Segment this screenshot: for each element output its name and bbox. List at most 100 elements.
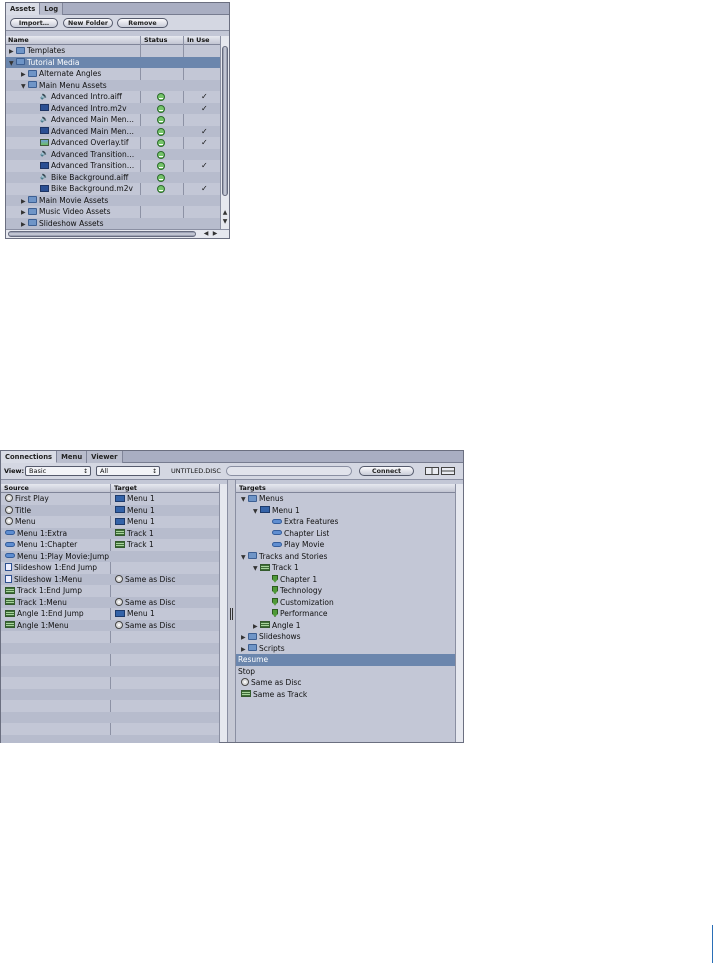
targets-scrollbar[interactable] [455, 484, 463, 742]
connection-row[interactable] [1, 688, 219, 700]
column-targets[interactable]: Targets [239, 484, 266, 493]
split-view-icon[interactable] [441, 467, 455, 475]
connection-row[interactable]: Angle 1:Menu Same as Disc [1, 619, 219, 632]
asset-row[interactable]: 🔈 Advanced Main Men… [6, 114, 220, 126]
target-tree-item[interactable]: Chapter 1 [236, 574, 455, 586]
connection-row[interactable]: Track 1:Menu Same as Disc [1, 596, 219, 609]
connections-scrollbar[interactable] [219, 484, 227, 742]
scroll-up-arrow-icon[interactable]: ▲ [221, 209, 229, 217]
target-cell[interactable]: Track 1 [115, 528, 215, 540]
target-cell[interactable]: Same as Disc [115, 597, 215, 609]
connection-row[interactable]: Slideshow 1:Menu Same as Disc [1, 573, 219, 586]
target-cell[interactable]: Same as Disc [115, 574, 215, 586]
connection-row[interactable] [1, 631, 219, 643]
scroll-down-arrow-icon[interactable]: ▼ [221, 218, 229, 226]
asset-row[interactable]: Advanced Intro.m2v ✓ [6, 102, 220, 114]
connection-row[interactable] [1, 723, 219, 735]
target-tree-item[interactable]: Extra Features [236, 516, 455, 528]
target-tree-item[interactable]: ▶ Angle 1 [236, 620, 455, 632]
target-tree-item[interactable]: Performance [236, 608, 455, 620]
target-tree-item[interactable]: ▼ Tracks and Stories [236, 551, 455, 563]
target-tree-item[interactable]: Play Movie [236, 539, 455, 551]
scroll-left-arrow-icon[interactable]: ◀ [202, 230, 210, 238]
filter-select[interactable]: All ↕ [96, 466, 160, 476]
layout-toggle-icon[interactable] [425, 467, 439, 475]
target-tree-item[interactable]: ▼ Menus [236, 493, 455, 505]
button-icon [5, 530, 15, 535]
connection-row[interactable] [1, 642, 219, 654]
target-tree-item[interactable]: Same as Track [236, 689, 455, 701]
connection-row[interactable]: Menu 1:Extra Track 1 [1, 527, 219, 540]
assets-vertical-scrollbar[interactable]: ▲ ▼ [220, 36, 229, 229]
asset-row[interactable]: ▼ Main Menu Assets [6, 79, 220, 91]
assets-scroll-thumb[interactable] [222, 46, 228, 196]
target-cell[interactable]: Track 1 [115, 539, 215, 551]
target-cell[interactable]: Menu 1 [115, 493, 215, 505]
asset-row[interactable]: 🔈 Advanced Transition… [6, 148, 220, 160]
scroll-right-arrow-icon[interactable]: ▶ [211, 230, 219, 238]
connection-row[interactable]: Track 1:End Jump [1, 585, 219, 597]
connection-row[interactable] [1, 654, 219, 666]
target-tree-item[interactable]: ▶ Slideshows [236, 631, 455, 643]
connection-row[interactable] [1, 677, 219, 689]
column-status[interactable]: Status [144, 36, 167, 45]
connection-row[interactable] [1, 665, 219, 677]
connection-row[interactable]: Menu 1:Play Movie:Jump [1, 550, 219, 562]
assets-hscroll-thumb[interactable] [8, 231, 196, 237]
import-button[interactable]: Import… [10, 18, 58, 28]
asset-row[interactable]: ▶ Main Movie Assets [6, 194, 220, 206]
asset-row[interactable]: ▶ Music Video Assets [6, 206, 220, 218]
tab-log[interactable]: Log [40, 3, 64, 15]
asset-row[interactable]: Bike Background.m2v ✓ [6, 183, 220, 195]
connection-row[interactable] [1, 734, 219, 743]
target-tree-item[interactable]: ▶ Scripts [236, 643, 455, 655]
tab-menu[interactable]: Menu [57, 451, 88, 463]
column-source[interactable]: Source [4, 484, 29, 493]
tab-viewer[interactable]: Viewer [87, 451, 123, 463]
target-cell[interactable]: Menu 1 [115, 516, 215, 528]
target-tree-item[interactable]: Resume [236, 654, 455, 666]
target-tree-item[interactable]: Chapter List [236, 528, 455, 540]
connection-row[interactable]: Angle 1:End Jump Menu 1 [1, 608, 219, 620]
asset-row[interactable]: ▶ Slideshow Assets [6, 217, 220, 230]
column-name[interactable]: Name [8, 36, 29, 45]
connection-row[interactable] [1, 711, 219, 723]
target-tree-item[interactable]: ▼ Track 1 [236, 562, 455, 574]
connect-button[interactable]: Connect [359, 466, 414, 476]
asset-row[interactable]: Advanced Overlay.tif ✓ [6, 137, 220, 149]
remove-button[interactable]: Remove [117, 18, 168, 28]
disclosure-closed-icon[interactable]: ▶ [21, 219, 28, 230]
connection-row[interactable]: Title Menu 1 [1, 504, 219, 517]
target-tree-item[interactable]: Same as Disc [236, 677, 455, 689]
target-cell[interactable]: Menu 1 [115, 608, 215, 620]
target-tree-item[interactable]: ▼ Menu 1 [236, 505, 455, 517]
asset-row[interactable]: Advanced Main Men… ✓ [6, 125, 220, 137]
column-in-use[interactable]: In Use [187, 36, 209, 45]
connection-row[interactable]: Menu Menu 1 [1, 516, 219, 528]
target-tree-item[interactable]: Stop [236, 666, 455, 678]
source-label: Menu 1:Play Movie:Jump [17, 551, 109, 561]
tab-assets[interactable]: Assets [6, 3, 41, 15]
connection-row[interactable] [1, 700, 219, 712]
pane-splitter[interactable] [227, 480, 236, 742]
target-tree-item[interactable]: Technology [236, 585, 455, 597]
target-cell[interactable]: Same as Disc [115, 620, 215, 632]
assets-panel: Assets Log Import… New Folder Remove Nam… [5, 2, 230, 239]
asset-row[interactable]: Advanced Transition… ✓ [6, 160, 220, 172]
connection-row[interactable]: First Play Menu 1 [1, 493, 219, 505]
connection-row[interactable]: Menu 1:Chapter Track 1 [1, 539, 219, 551]
column-target[interactable]: Target [114, 484, 137, 493]
target-tree-label: Chapter 1 [280, 574, 318, 584]
view-mode-select[interactable]: Basic ↕ [25, 466, 91, 476]
asset-row[interactable]: ▶ Alternate Angles [6, 68, 220, 80]
asset-row[interactable]: ▼ Tutorial Media [6, 56, 220, 68]
target-tree-item[interactable]: Customization [236, 597, 455, 609]
connection-row[interactable]: Slideshow 1:End Jump [1, 562, 219, 574]
target-cell[interactable]: Menu 1 [115, 505, 215, 517]
asset-row[interactable]: ▶ Templates [6, 45, 220, 57]
new-folder-button[interactable]: New Folder [63, 18, 113, 28]
asset-row[interactable]: 🔈 Bike Background.aiff [6, 171, 220, 183]
asset-row[interactable]: 🔈 Advanced Intro.aiff ✓ [6, 91, 220, 103]
assets-horizontal-scrollbar[interactable]: ◀ ▶ [6, 229, 229, 238]
tab-connections[interactable]: Connections [1, 451, 58, 463]
